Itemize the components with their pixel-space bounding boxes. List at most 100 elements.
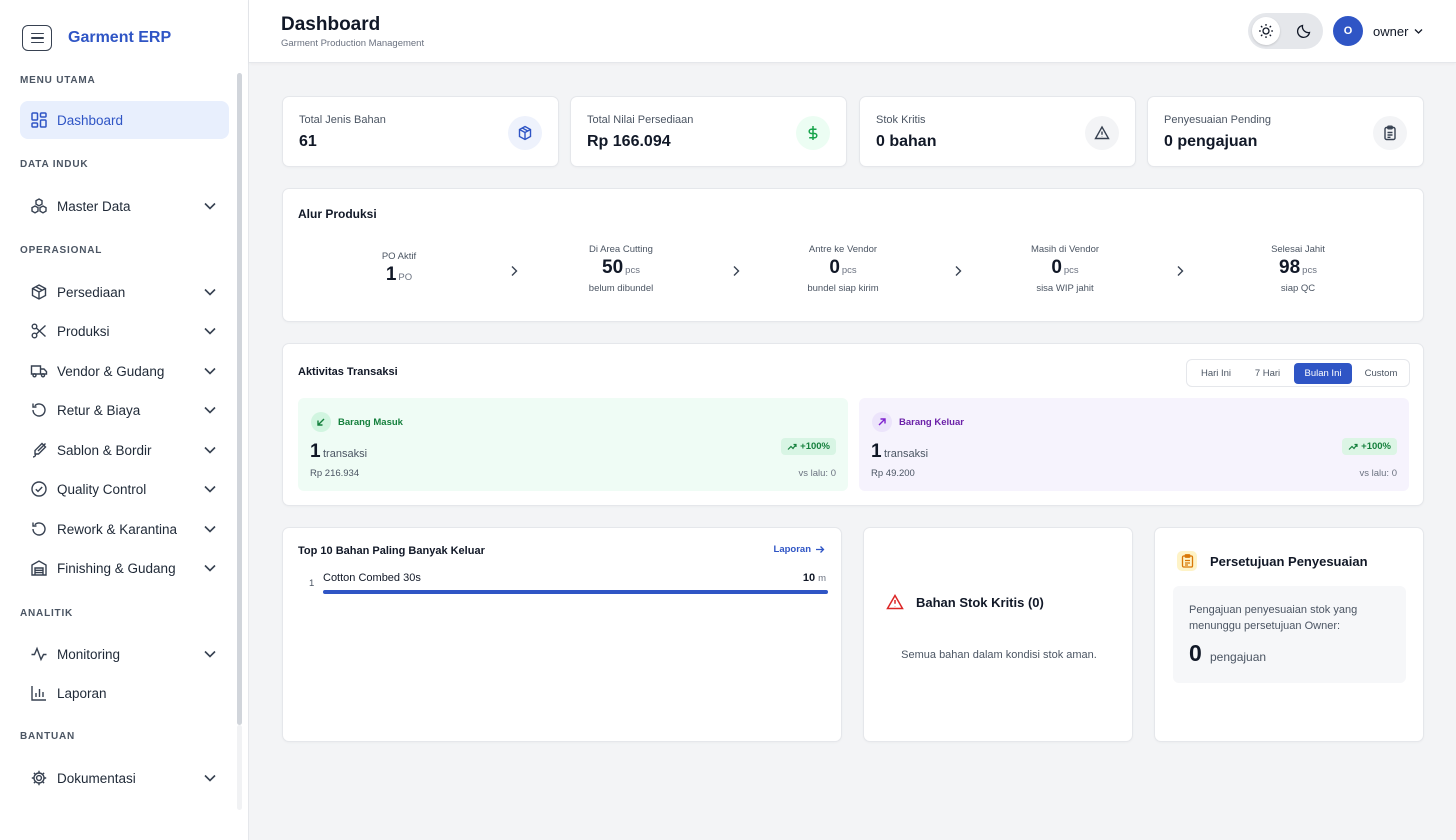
sidebar-item-master-data[interactable]: Master Data <box>20 187 229 225</box>
range-custom-button[interactable]: Custom <box>1355 363 1407 384</box>
boxes-icon <box>30 197 48 215</box>
chevron-down-icon[interactable] <box>1413 26 1424 37</box>
flow-step-note: siap QC <box>1280 283 1316 294</box>
outgoing-amount: Rp 49.200 <box>871 468 915 479</box>
flow-step-label: Selesai Jahit <box>1271 244 1325 255</box>
material-rank: 1 <box>309 578 315 589</box>
flow-step-note: belum dibundel <box>588 283 654 294</box>
sidebar-item-produksi[interactable]: Produksi <box>20 312 229 350</box>
sun-icon[interactable] <box>1252 17 1280 45</box>
chevron-down-icon <box>204 774 216 782</box>
outgoing-goods-panel: Barang Keluar 1 transaksi Rp 49.200 +100… <box>859 398 1409 491</box>
flow-step-area-cutting: Di Area Cutting 50 pcs belum dibundel <box>551 244 691 294</box>
sidebar-item-label: Finishing & Gudang <box>57 560 176 576</box>
moon-icon[interactable] <box>1290 17 1318 45</box>
warning-icon <box>886 594 904 610</box>
section-operasional: OPERASIONAL <box>20 245 103 256</box>
range-this-month-button[interactable]: Bulan Ini <box>1294 363 1352 384</box>
sidebar-item-vendor-gudang[interactable]: Vendor & Gudang <box>20 352 229 390</box>
top-materials-card: Top 10 Bahan Paling Banyak Keluar Lapora… <box>282 527 842 742</box>
arrow-up-right-icon <box>872 412 892 432</box>
sidebar-item-persediaan[interactable]: Persediaan <box>20 273 229 311</box>
critical-stock-card: Bahan Stok Kritis (0) Semua bahan dalam … <box>863 527 1133 742</box>
chevron-down-icon <box>204 406 216 414</box>
clipboard-icon <box>1373 116 1407 150</box>
chevron-down-icon <box>204 564 216 572</box>
chevron-down-icon <box>204 650 216 658</box>
box-icon <box>508 116 542 150</box>
brush-icon <box>30 441 48 459</box>
adjustment-approval-title: Persetujuan Penyesuaian <box>1210 553 1368 569</box>
chevron-down-icon <box>204 367 216 375</box>
range-7-days-button[interactable]: 7 Hari <box>1244 363 1291 384</box>
sidebar-item-label: Dashboard <box>57 112 124 128</box>
flow-step-masih-vendor: Masih di Vendor 0 pcs sisa WIP jahit <box>995 244 1135 294</box>
critical-stock-header: Bahan Stok Kritis (0) <box>886 594 1044 610</box>
critical-stock-message: Semua bahan dalam kondisi stok aman. <box>901 649 1097 661</box>
flow-step-antre-vendor: Antre ke Vendor 0 pcs bundel siap kirim <box>773 244 913 294</box>
sidebar-item-label: Persediaan <box>57 284 126 300</box>
transaction-activity-card: Aktivitas Transaksi Hari Ini 7 Hari Bula… <box>282 343 1424 506</box>
page-subtitle: Garment Production Management <box>281 38 425 49</box>
sidebar-item-sablon-bordir[interactable]: Sablon & Bordir <box>20 431 229 469</box>
stat-card-total-nilai-persediaan: Total Nilai Persediaan Rp 166.094 <box>570 96 847 167</box>
clipboard-icon <box>1177 551 1197 571</box>
check-circle-icon <box>30 480 48 498</box>
date-range-selector: Hari Ini 7 Hari Bulan Ini Custom <box>1186 359 1410 387</box>
sidebar-item-dokumentasi[interactable]: Dokumentasi <box>20 759 229 797</box>
top-materials-title: Top 10 Bahan Paling Banyak Keluar <box>298 545 485 557</box>
incoming-goods-panel: Barang Masuk 1 transaksi Rp 216.934 +100… <box>298 398 848 491</box>
sidebar-item-monitoring[interactable]: Monitoring <box>20 635 229 673</box>
sidebar-item-retur-biaya[interactable]: Retur & Biaya <box>20 391 229 429</box>
flow-step-value: 1 PO <box>385 264 413 285</box>
adjustment-approval-card: Persetujuan Penyesuaian Pengajuan penyes… <box>1154 527 1424 742</box>
chevron-down-icon <box>204 202 216 210</box>
flow-step-value: 98 pcs <box>1279 257 1317 278</box>
top-header: Dashboard Garment Production Management … <box>249 0 1456 63</box>
flow-step-po-aktif: PO Aktif 1 PO <box>329 251 469 289</box>
chevron-down-icon <box>204 525 216 533</box>
sidebar-item-label: Rework & Karantina <box>57 521 178 537</box>
range-today-button[interactable]: Hari Ini <box>1191 363 1241 384</box>
chevron-down-icon <box>204 327 216 335</box>
rotate-icon <box>30 401 48 419</box>
incoming-previous: vs lalu: 0 <box>798 468 837 479</box>
arrow-right-icon <box>816 546 825 553</box>
stat-label: Total Nilai Persediaan <box>587 114 694 126</box>
outgoing-title: Barang Keluar <box>899 417 964 428</box>
sidebar-item-rework-karantina[interactable]: Rework & Karantina <box>20 510 229 548</box>
transaction-activity-title: Aktivitas Transaksi <box>298 366 398 378</box>
adjustment-approval-header: Persetujuan Penyesuaian <box>1177 551 1368 571</box>
flow-step-note: sisa WIP jahit <box>1036 283 1094 294</box>
incoming-title: Barang Masuk <box>338 417 403 428</box>
sidebar-scrollbar[interactable] <box>237 73 242 725</box>
sidebar-item-label: Dokumentasi <box>57 770 136 786</box>
production-flow-title: Alur Produksi <box>298 207 377 221</box>
outgoing-count: 1 <box>871 441 882 462</box>
sidebar-item-label: Quality Control <box>57 481 147 497</box>
laporan-link[interactable]: Laporan <box>774 544 825 555</box>
user-name[interactable]: owner <box>1373 24 1408 39</box>
sidebar-item-label: Laporan <box>57 685 107 701</box>
outgoing-change-badge: +100% <box>1342 438 1397 455</box>
theme-toggle[interactable] <box>1248 13 1323 49</box>
material-share-bar <box>323 590 828 594</box>
flow-step-label: Masih di Vendor <box>1030 244 1100 255</box>
menu-toggle-icon[interactable] <box>22 25 52 51</box>
chevron-down-icon <box>204 446 216 454</box>
brand-name: Garment ERP <box>68 29 172 46</box>
flow-step-note: bundel siap kirim <box>807 283 879 294</box>
sidebar-item-laporan[interactable]: Laporan <box>20 674 229 712</box>
chevron-down-icon <box>204 485 216 493</box>
avatar[interactable]: O <box>1333 16 1363 46</box>
sidebar: Garment ERP MENU UTAMA Dashboard DATA IN… <box>0 0 249 840</box>
warning-icon <box>1085 116 1119 150</box>
section-analitik: ANALITIK <box>20 608 74 619</box>
gear-icon <box>30 769 48 787</box>
sidebar-item-quality-control[interactable]: Quality Control <box>20 470 229 508</box>
sidebar-item-finishing-gudang[interactable]: Finishing & Gudang <box>20 549 229 587</box>
flow-step-value: 0 pcs <box>1051 257 1079 278</box>
trend-up-icon <box>787 443 797 450</box>
sidebar-item-dashboard[interactable]: Dashboard <box>20 101 229 139</box>
adjustment-approval-summary: Pengajuan penyesuaian stok yang menunggu… <box>1173 586 1406 683</box>
